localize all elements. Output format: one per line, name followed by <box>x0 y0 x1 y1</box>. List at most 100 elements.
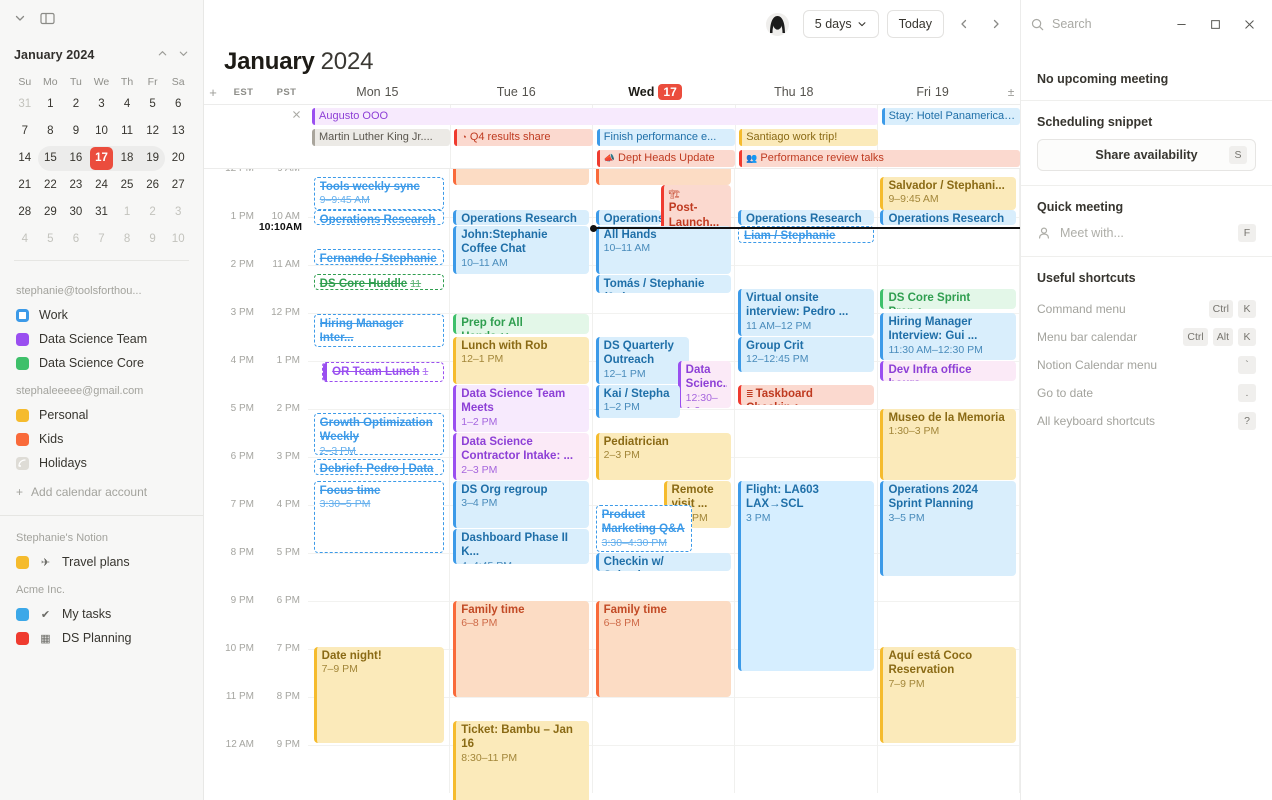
calendar-event[interactable]: DS Quarterly Outreach 12–1 PM <box>595 337 689 384</box>
mini-cal-day[interactable]: 5 <box>140 92 166 117</box>
all-day-event[interactable]: Martin Luther King Jr.... <box>312 128 451 146</box>
calendar-item-data-science-core[interactable]: Data Science Core <box>0 351 203 375</box>
expand-rows-icon[interactable]: ± <box>1002 85 1020 99</box>
all-day-event[interactable]: Stay: Hotel Panamericano <box>881 107 1020 125</box>
view-select-button[interactable]: 5 days <box>802 10 879 38</box>
all-day-event[interactable]: Santiago work trip! <box>739 128 878 146</box>
all-day-event[interactable]: 📣 Dept Heads Update <box>596 149 736 167</box>
calendar-event[interactable]: Operations R <box>595 210 661 225</box>
calendar-event[interactable]: Lunch with Rob 12–1 PM <box>453 337 589 384</box>
next-period-icon[interactable] <box>984 11 1008 37</box>
calendar-event[interactable]: Hiring Manager Interview: Gui ... 11:30 A… <box>880 313 1017 360</box>
mini-cal-day[interactable]: 29 <box>38 200 64 225</box>
mini-cal-day[interactable]: 22 <box>38 173 64 198</box>
mini-cal-day[interactable]: 4 <box>12 227 38 252</box>
mini-cal-day[interactable]: 5 <box>38 227 64 252</box>
calendar-event[interactable]: DS Core Huddle11 AM <box>313 274 444 290</box>
calendar-event[interactable]: John:Stephanie Coffee Chat 10–11 AM <box>453 226 589 274</box>
mini-cal-day[interactable]: 1 <box>38 92 64 117</box>
user-avatar[interactable] <box>765 12 789 36</box>
calendar-event[interactable]: Product Marketing Q&A 3:30–4:30 PM <box>595 505 692 552</box>
notion-item-travel-plans[interactable]: ✈ Travel plans <box>0 550 203 574</box>
mini-cal-day[interactable]: 21 <box>12 173 38 198</box>
mini-cal-day[interactable]: 20 <box>165 146 191 171</box>
mini-cal-day[interactable]: 28 <box>12 200 38 225</box>
day-header-thu[interactable]: Thu 18 <box>724 84 863 100</box>
mini-cal-day[interactable]: 26 <box>140 173 166 198</box>
calendar-event[interactable]: Date night! 7–9 PM <box>313 647 444 743</box>
add-calendar-icon[interactable]: + <box>204 85 222 100</box>
calendar-event[interactable]: Ticket: Bambu – Jan 16 8:30–11 PM <box>453 721 589 800</box>
calendar-event[interactable]: DS Core Sprint Prep1... <box>880 289 1017 309</box>
mini-cal-day[interactable]: 8 <box>38 119 64 144</box>
meet-with-input[interactable]: Meet with... F <box>1037 224 1256 242</box>
calendar-event[interactable]: DS Org regroup 3–4 PM <box>453 481 589 528</box>
mini-cal-day[interactable]: 1 <box>114 200 140 225</box>
notion-item-my-tasks[interactable]: ✔ My tasks <box>0 602 203 626</box>
calendar-event[interactable]: Family time 6–8 PM <box>595 601 732 697</box>
calendar-event[interactable]: Operations Research St. <box>880 210 1017 225</box>
shortcut-row[interactable]: Command menu Ctrl K <box>1037 295 1256 323</box>
timezone-label-est[interactable]: EST <box>222 87 265 98</box>
shortcut-row[interactable]: All keyboard shortcuts? <box>1037 407 1256 435</box>
calendar-event[interactable]: Flight: LA603 LAX→SCL 3 PM <box>738 481 874 671</box>
mini-cal-day[interactable]: 24 <box>89 173 115 198</box>
calendar-event[interactable] <box>738 433 747 481</box>
share-availability-button[interactable]: Share availability S <box>1037 139 1256 171</box>
calendar-event[interactable]: Pediatrician 2–3 PM <box>595 433 732 480</box>
today-button[interactable]: Today <box>886 10 944 38</box>
mini-cal-day[interactable]: 31 <box>12 92 38 117</box>
mini-cal-day[interactable]: 8 <box>114 227 140 252</box>
notion-item-ds-planning[interactable]: ▦ DS Planning <box>0 626 203 650</box>
chevron-down-icon[interactable] <box>14 12 26 24</box>
collapse-allday-icon[interactable] <box>291 109 302 123</box>
calendar-event[interactable]: Prep for All Hands11:... <box>453 314 589 334</box>
mini-cal-prev-icon[interactable] <box>157 46 168 64</box>
calendar-item-data-science-team[interactable]: Data Science Team <box>0 327 203 351</box>
mini-cal-day[interactable]: 17 <box>88 146 115 171</box>
day-header-wed[interactable]: Wed 17 <box>586 84 725 100</box>
shortcut-row[interactable]: Notion Calendar menu ` <box>1037 351 1256 379</box>
mini-cal-day[interactable]: 12 <box>140 119 166 144</box>
mini-cal-day[interactable]: 7 <box>12 119 38 144</box>
mini-cal-day[interactable]: 23 <box>63 173 89 198</box>
day-header-fri[interactable]: Fri 19 <box>863 84 1002 100</box>
calendar-event[interactable]: Debrief: Pedro | Data V <box>313 459 444 475</box>
calendar-event[interactable]: Data Scienc...12:30–1:3 <box>677 361 732 408</box>
mini-cal-next-icon[interactable] <box>178 46 189 64</box>
calendar-event[interactable]: ≣Taskboard Checkin1... <box>738 385 874 405</box>
calendar-event[interactable]: Operations Research St <box>313 210 444 225</box>
all-day-event[interactable]: Augusto OOO <box>312 107 878 125</box>
calendar-event[interactable]: Operations Research St. <box>738 210 874 225</box>
calendar-event[interactable] <box>453 185 462 210</box>
timezone-label-pst[interactable]: PST <box>265 87 308 98</box>
calendar-event[interactable]: Data Science Team Meets 1–2 PM <box>453 385 589 432</box>
calendar-item-holidays[interactable]: Holidays <box>0 451 203 475</box>
mini-cal-day[interactable]: 6 <box>165 92 191 117</box>
mini-cal-day[interactable]: 30 <box>63 200 89 225</box>
mini-cal-day[interactable]: 15 <box>37 146 64 171</box>
calendar-event[interactable]: Checkin w/ Salvador4... <box>595 553 732 571</box>
close-icon[interactable] <box>1236 11 1262 37</box>
calendar-event[interactable]: Tools weekly sync 9–9:45 AM <box>313 177 444 210</box>
mini-cal-day[interactable]: 31 <box>89 200 115 225</box>
calendar-event[interactable] <box>596 294 605 316</box>
calendar-item-personal[interactable]: Personal <box>0 403 203 427</box>
day-header-tue[interactable]: Tue 16 <box>447 84 586 100</box>
all-day-event[interactable]: 👥 Performance review talks <box>739 149 1020 167</box>
calendar-event[interactable]: Operations 2024 Sprint Planning 3–5 PM <box>880 481 1017 576</box>
calendar-event[interactable]: Operations Research St. <box>453 210 589 225</box>
calendar-event[interactable]: Fernando / Stephanie w <box>313 249 444 265</box>
mini-cal-day[interactable]: 27 <box>165 173 191 198</box>
mini-cal-day[interactable]: 13 <box>165 119 191 144</box>
mini-cal-day[interactable]: 18 <box>114 146 140 171</box>
calendar-event[interactable]: OR Team Lunch1 PM <box>322 362 444 382</box>
mini-cal-day[interactable]: 4 <box>114 92 140 117</box>
shortcut-row[interactable]: Menu bar calendar Ctrl Alt K <box>1037 323 1256 351</box>
mini-cal-day[interactable]: 9 <box>140 227 166 252</box>
calendar-item-work[interactable]: Work <box>0 303 203 327</box>
minimize-icon[interactable] <box>1168 11 1194 37</box>
mini-cal-day[interactable]: 2 <box>63 92 89 117</box>
calendar-event[interactable]: 8–9 AM <box>595 169 732 185</box>
calendar-event[interactable]: Focus time 3:30–5 PM <box>313 481 444 553</box>
